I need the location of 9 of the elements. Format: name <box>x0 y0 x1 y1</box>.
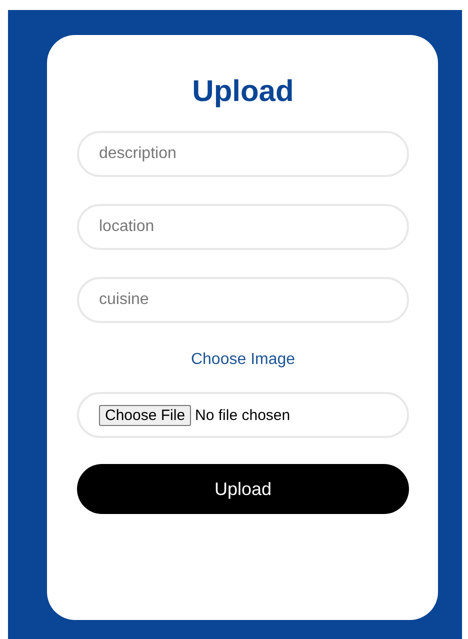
file-status-text: No file chosen <box>195 406 290 424</box>
text-input-field[interactable]: location <box>77 204 409 250</box>
file-input-field[interactable]: Choose File No file chosen <box>77 392 409 438</box>
choose-file-button[interactable]: Choose File <box>99 404 192 426</box>
choose-image-label: Choose Image <box>190 350 296 370</box>
upload-button[interactable]: Upload <box>77 464 409 514</box>
text-input-field[interactable]: cuisine <box>77 277 409 323</box>
form-title: Upload <box>191 75 295 109</box>
text-input-field[interactable]: description <box>77 131 409 177</box>
